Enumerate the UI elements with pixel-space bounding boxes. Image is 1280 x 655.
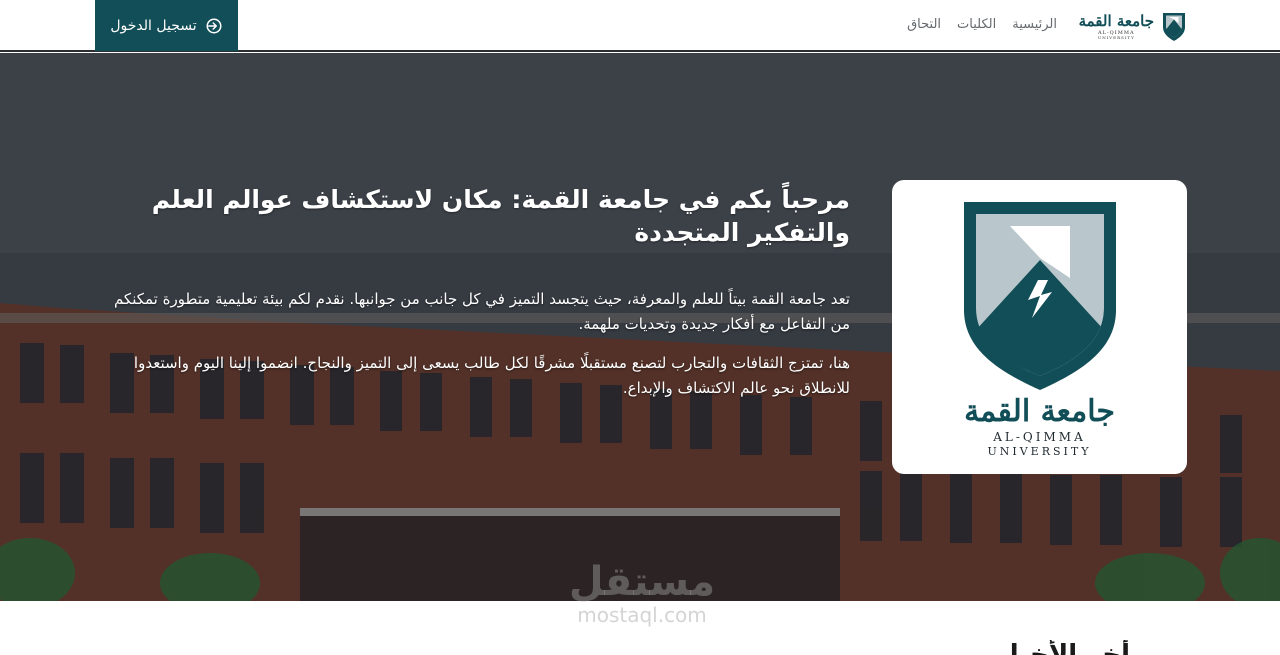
- news-section-heading: أخر الأخبار: [994, 640, 1130, 655]
- card-arabic-name: جامعة القمة: [964, 394, 1115, 429]
- shield-mountain-icon: [1163, 13, 1185, 41]
- brand-english-line2: UNIVERSITY: [1097, 35, 1135, 40]
- top-navbar: تسجيل الدخول الرئيسية الكليات التحاق جام…: [0, 0, 1280, 52]
- brand-logo[interactable]: جامعة القمة AL-QIMMA UNIVERSITY: [1079, 12, 1186, 42]
- hero-paragraph-1: تعد جامعة القمة بيتاً للعلم والمعرفة، حي…: [113, 290, 850, 333]
- nav-link-enroll[interactable]: التحاق: [907, 17, 941, 32]
- hero-section: مرحباً بكم في جامعة القمة: مكان لاستكشاف…: [0, 53, 1280, 601]
- card-english-line1: AL-QIMMA: [993, 430, 1086, 444]
- nav-link-home[interactable]: الرئيسية: [1012, 17, 1057, 32]
- university-shield-icon: [963, 202, 1116, 390]
- mostaql-watermark: مستقل mostaql.com: [562, 560, 722, 626]
- watermark-latin: mostaql.com: [577, 603, 707, 627]
- brand-arabic-name: جامعة القمة: [1078, 12, 1154, 30]
- nav-link-colleges[interactable]: الكليات: [957, 17, 996, 32]
- hero-paragraph-2: هنا، تمتزج الثقافات والتجارب لتصنع مستقب…: [133, 354, 850, 397]
- watermark-arabic: مستقل: [568, 559, 716, 605]
- nav-links: الرئيسية الكليات التحاق: [907, 17, 1057, 32]
- hero-title: مرحباً بكم في جامعة القمة: مكان لاستكشاف…: [151, 185, 850, 247]
- login-label: تسجيل الدخول: [110, 17, 197, 34]
- card-english-line2: UNIVERSITY: [987, 445, 1092, 458]
- brand-text: جامعة القمة AL-QIMMA UNIVERSITY: [1079, 14, 1154, 40]
- university-logo-card: جامعة القمة AL-QIMMA UNIVERSITY: [892, 180, 1187, 474]
- login-button[interactable]: تسجيل الدخول: [95, 0, 238, 51]
- login-arrow-icon: [206, 18, 222, 33]
